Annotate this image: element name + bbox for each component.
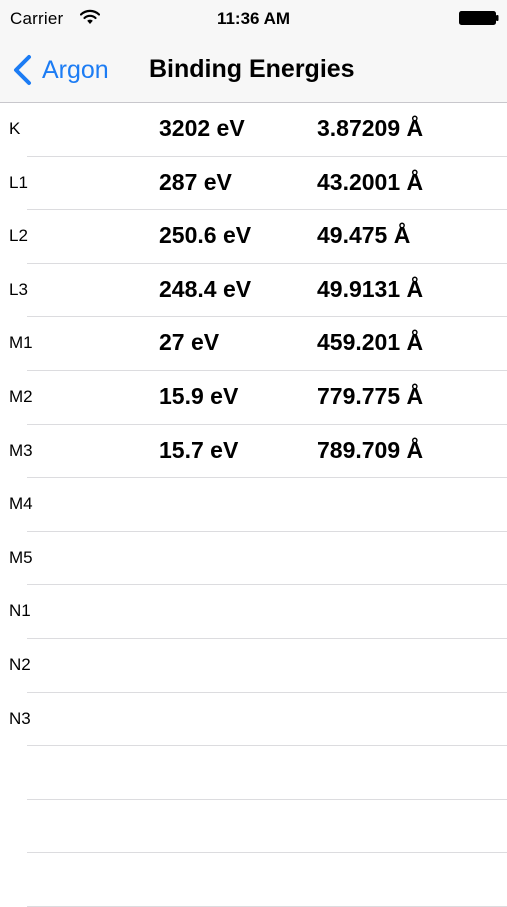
table-row: M3 15.7 eV 789.709 Å [0, 425, 507, 479]
table-row: L3 248.4 eV 49.9131 Å [0, 264, 507, 318]
table-row: M4 [0, 478, 507, 532]
shell-label: L1 [9, 172, 28, 192]
status-bar: Carrier 11:36 AM [0, 0, 507, 36]
shell-label: M2 [9, 386, 33, 406]
wavelength-value: 49.9131 Å [317, 275, 424, 302]
battery-icon [459, 11, 499, 25]
shell-label: L2 [9, 226, 28, 246]
wavelength-value: 49.475 Å [317, 222, 411, 249]
wavelength-value: 43.2001 Å [317, 168, 424, 195]
wavelength-value: 3.87209 Å [317, 115, 424, 141]
shell-label: K [9, 119, 21, 138]
table-row: K 3202 eV 3.87209 Å [0, 103, 507, 157]
energy-value: 27 eV [159, 329, 220, 356]
wavelength-value: 459.201 Å [317, 329, 424, 356]
energy-value: 15.9 eV [159, 382, 239, 409]
table-row: M2 15.9 eV 779.775 Å [0, 371, 507, 425]
shell-label: N2 [9, 654, 31, 674]
back-button[interactable]: Argon [10, 50, 109, 90]
shell-label: N1 [9, 601, 31, 621]
binding-energy-table: K 3202 eV 3.87209 Å L1 287 eV 43.2001 Å … [0, 103, 507, 907]
table-row: N1 [0, 585, 507, 639]
shell-label: M4 [9, 494, 33, 514]
clock: 11:36 AM [216, 9, 291, 28]
back-button-label: Argon [42, 55, 109, 84]
table-row: L1 287 eV 43.2001 Å [0, 157, 507, 211]
energy-value: 15.7 eV [159, 436, 239, 463]
energy-value: 3202 eV [159, 115, 245, 141]
table-row: L2 250.6 eV 49.475 Å [0, 210, 507, 264]
energy-value: 287 eV [159, 168, 232, 195]
table-row: N3 [0, 693, 507, 747]
energy-value: 250.6 eV [159, 222, 252, 249]
table-row: N2 [0, 639, 507, 693]
shell-label: M1 [9, 333, 33, 353]
table-row [0, 800, 507, 854]
shell-label: L3 [9, 279, 28, 299]
table-row: M5 [0, 532, 507, 586]
navigation-bar: Argon Binding Energies [0, 36, 507, 103]
table-row: M1 27 eV 459.201 Å [0, 317, 507, 371]
page-title: Binding Energies [149, 55, 355, 83]
chevron-left-icon [14, 55, 31, 85]
shell-label: N3 [9, 708, 31, 728]
table-row [0, 853, 507, 907]
wavelength-value: 789.709 Å [317, 436, 424, 463]
table-row [0, 746, 507, 800]
shell-label: M5 [9, 547, 33, 567]
energy-value: 248.4 eV [159, 275, 252, 302]
shell-label: M3 [9, 440, 33, 460]
wavelength-value: 779.775 Å [317, 382, 424, 409]
